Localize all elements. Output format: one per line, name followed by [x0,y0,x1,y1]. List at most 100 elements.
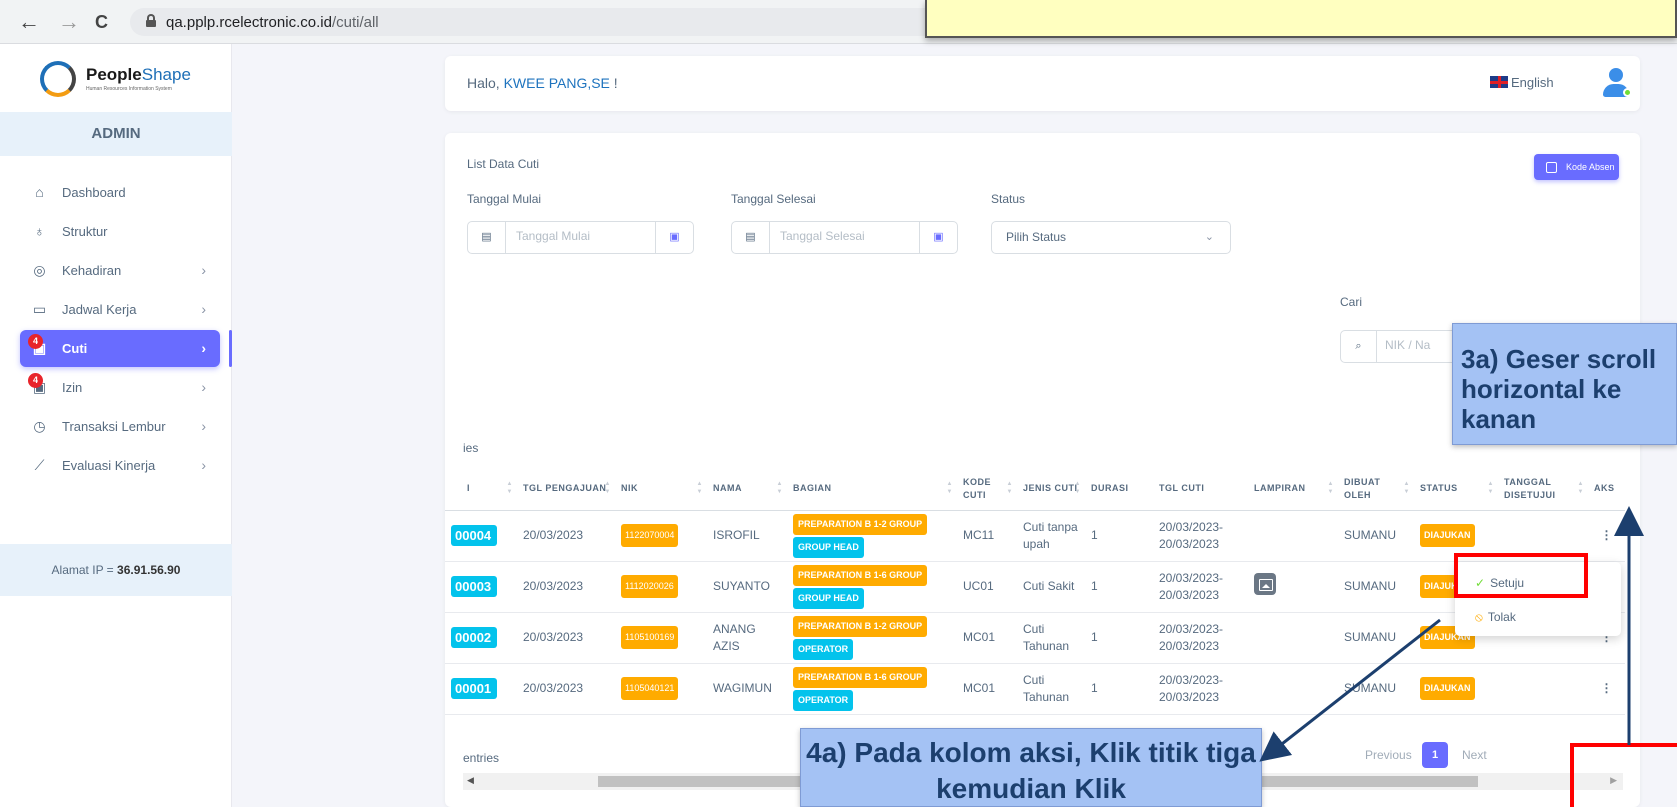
sidebar-item-jadwal-kerja[interactable]: ▭ Jadwal Kerja › [20,291,220,328]
logo-name: PeopleShape [86,65,191,84]
highlight-setuju-box [1454,553,1588,598]
tanggal-mulai-field[interactable]: ▤ ▣ [467,221,694,254]
tolak-menu-item[interactable]: ⦸ Tolak [1455,600,1621,634]
table-row: 00002 20/03/2023 1105100169 ANANG AZIS P… [445,612,1625,664]
tanggal-mulai-label: Tanggal Mulai [467,192,542,206]
sidebar: PeopleShape Human Resources Information … [0,44,232,807]
sidebar-item-label: Transaksi Lembur [62,419,166,434]
jenis-cuti: Cuti Tahunan [1017,663,1085,715]
next-page-button[interactable]: Next [1462,740,1487,770]
entries-length-label: ies [463,441,479,455]
column-header[interactable]: NAMA ▲ ▼ [707,468,787,511]
language-switcher[interactable]: English [1490,75,1554,90]
column-header[interactable]: JENIS CUTI ▲ ▼ [1017,468,1085,511]
leave-list-card: List Data Cuti Kode Absen Tanggal Mulai … [445,133,1640,807]
durasi: 1 [1085,663,1153,715]
image-attachment-icon[interactable] [1254,573,1276,595]
fingerprint-icon: ◎ [33,262,46,278]
leave-table: I ▲ ▼ TGL PENGAJUAN ▲ ▼ NIK ▲ ▼ NAMA ▲ ▼ BAGIAN ▲… [445,468,1625,715]
leave-id-badge[interactable]: 00003 [451,576,498,597]
sidebar-item-dashboard[interactable]: ⌂ Dashboard [20,174,220,211]
leave-id-badge[interactable]: 00002 [451,627,498,648]
bagian-role-badge: GROUP HEAD [793,536,864,558]
notification-badge: 4 [28,334,43,349]
column-header[interactable]: TANGGAL DISETUJUI ▲ ▼ [1498,468,1588,511]
sidebar-item-label: Izin [62,380,83,395]
kode-cuti: MC01 [957,612,1017,664]
note-icon [1546,162,1557,173]
column-header[interactable]: KODE CUTI ▲ ▼ [957,468,1017,511]
sidebar-item-kehadiran[interactable]: ◎ Kehadiran › [20,252,220,289]
kode-absen-button[interactable]: Kode Absen [1534,154,1619,180]
nik-badge: 1112020026 [621,575,678,598]
tgl-pengajuan: 20/03/2023 [517,510,615,562]
hierarchy-icon: ♁ [34,223,45,239]
entries-info: entries [463,751,500,765]
more-vertical-icon[interactable]: ⋮ [1588,663,1625,715]
sidebar-item-label: Cuti [62,341,88,356]
tgl-cuti: 20/03/2023- 20/03/2023 [1153,561,1248,613]
chevron-right-icon: › [201,457,206,473]
column-header[interactable]: LAMPIRAN ▲ ▼ [1248,468,1338,511]
sidebar-menu: ⌂ Dashboard ♁ Struktur ◎ Kehadiran › ▭ J… [20,174,220,486]
cari-label: Cari [1340,295,1363,309]
status-select[interactable]: Pilih Status ⌄ [991,221,1231,254]
active-menu-indicator [229,330,232,367]
sidebar-item-cuti[interactable]: 4 ▣ Cuti › [20,330,220,367]
bagian-role-badge: OPERATOR [793,689,854,711]
tanggal-selesai-label: Tanggal Selesai [731,192,816,206]
sidebar-item-transaksi-lembur[interactable]: ◷ Transaksi Lembur › [20,408,220,445]
avatar[interactable] [1600,66,1632,98]
dibuat-oleh: SUMANU [1338,510,1414,562]
top-header: Halo, KWEE PANG,SE ! English [445,56,1640,111]
nama: ISROFIL [707,510,787,562]
lock-icon [146,14,156,27]
tanggal-disetujui [1498,663,1588,715]
role-label: ADMIN [0,112,232,156]
status-label: Status [991,192,1026,206]
status-badge: DIAJUKAN [1420,677,1475,700]
column-header[interactable]: TGL CUTI [1153,468,1248,511]
scroll-left-icon[interactable]: ◀ [467,775,474,786]
chevron-right-icon: › [201,340,206,356]
column-header[interactable]: NIK ▲ ▼ [615,468,707,511]
leave-id-badge[interactable]: 00004 [451,525,498,546]
column-header[interactable]: DURASI [1085,468,1153,511]
nik-badge: 1122070004 [621,524,679,547]
leave-id-badge[interactable]: 00001 [451,678,498,699]
calendar-picker-icon[interactable]: ▣ [655,222,693,253]
forward-button[interactable]: → [58,10,80,34]
ban-icon: ⦸ [1475,610,1483,624]
tanggal-selesai-field[interactable]: ▤ ▣ [731,221,958,254]
sidebar-item-evaluasi-kinerja[interactable]: ⟋ Evaluasi Kinerja › [20,447,220,484]
nama: ANANG AZIS [707,612,787,664]
column-header[interactable]: I ▲ ▼ [445,468,517,511]
app-logo[interactable]: PeopleShape Human Resources Information … [40,59,200,99]
column-header[interactable]: BAGIAN ▲ ▼ [787,468,957,511]
column-header[interactable]: STATUS ▲ ▼ [1414,468,1498,511]
calendar-picker-icon[interactable]: ▣ [919,222,957,253]
lampiran [1248,510,1338,562]
tutorial-callout-3a: 3a) Geser scroll horizontal ke kanan [1452,323,1677,445]
address-bar[interactable]: qa.pplp.rcelectronic.co.id/cuti/all [130,8,940,36]
more-vertical-icon[interactable]: ⋮ [1588,510,1625,562]
page-1-button[interactable]: 1 [1422,742,1448,768]
column-header[interactable]: AKS [1588,468,1625,511]
tgl-cuti: 20/03/2023- 20/03/2023 [1153,510,1248,562]
sidebar-item-struktur[interactable]: ♁ Struktur [20,213,220,250]
briefcase-icon: ▭ [32,301,47,317]
reload-button[interactable]: C [95,10,108,34]
tanggal-mulai-input[interactable] [516,229,666,243]
greeting: Halo, KWEE PANG,SE ! [467,75,618,91]
bagian-role-badge: OPERATOR [793,638,854,660]
online-status-dot [1623,88,1632,97]
sidebar-item-izin[interactable]: 4 ▣ Izin › [20,369,220,406]
tgl-cuti: 20/03/2023- 20/03/2023 [1153,612,1248,664]
tutorial-callout-4a: 4a) Pada kolom aksi, Klik titik tiga kem… [800,728,1262,807]
column-header[interactable]: TGL PENGAJUAN ▲ ▼ [517,468,615,511]
durasi: 1 [1085,510,1153,562]
tanggal-selesai-input[interactable] [780,229,930,243]
previous-page-button[interactable]: Previous [1365,740,1412,770]
column-header[interactable]: DIBUAT OLEH ▲ ▼ [1338,468,1414,511]
back-button[interactable]: ← [18,10,40,34]
